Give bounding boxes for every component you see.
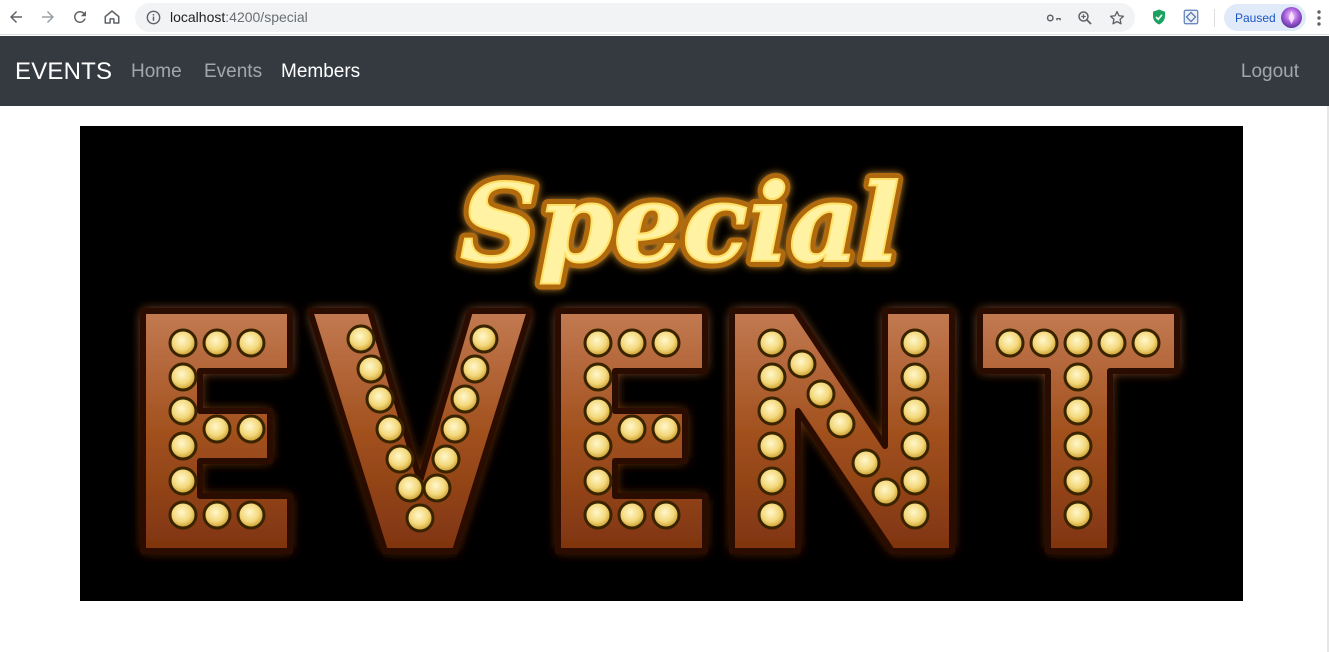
marquee-bulb [787, 349, 817, 379]
marquee-bulb [450, 384, 480, 414]
marquee-bulb [995, 328, 1025, 358]
marquee-bulb [202, 328, 232, 358]
marquee-bulb [826, 409, 856, 439]
marquee-bulb [1063, 431, 1093, 461]
arrow-left-icon [10, 11, 22, 23]
marquee-bulb [168, 362, 198, 392]
url-host: localhost [170, 9, 226, 25]
url-path: :4200/special [225, 9, 308, 25]
marquee-bulb [395, 473, 425, 503]
avatar [1281, 7, 1302, 28]
marquee-bulb [617, 500, 647, 530]
marquee-bulb [236, 500, 266, 530]
marquee-bulb [757, 328, 787, 358]
marquee-bulb [356, 354, 386, 384]
marquee-bulb [375, 414, 405, 444]
marquee-bulb [469, 324, 499, 354]
marquee-bulb [900, 328, 930, 358]
app-navbar: EVENTS Home Events Members Logout [0, 36, 1329, 106]
marquee-bulb [900, 396, 930, 426]
marquee-bulb [900, 500, 930, 530]
special-script-text: Special Special [454, 155, 906, 293]
star-icon[interactable] [1108, 9, 1126, 27]
marquee-bulb [651, 500, 681, 530]
zoom-icon[interactable] [1076, 9, 1094, 27]
marquee-bulb [202, 414, 232, 444]
marquee-bulb [583, 362, 613, 392]
nav-link-members[interactable]: Members [281, 61, 360, 83]
marquee-bulb [1063, 500, 1093, 530]
marquee-bulb [1063, 466, 1093, 496]
marquee-bulb [168, 500, 198, 530]
banner-artwork: Special Special [140, 155, 1180, 554]
marquee-bulb [757, 466, 787, 496]
reload-icon [73, 10, 86, 23]
marquee-bulb [236, 414, 266, 444]
reload-button[interactable] [68, 5, 92, 29]
marquee-bulb [900, 431, 930, 461]
forward-button[interactable] [36, 5, 60, 29]
marquee-bulb [1097, 328, 1127, 358]
marquee-bulb [806, 379, 836, 409]
marquee-bulb [583, 431, 613, 461]
address-bar[interactable]: localhost:4200/special [135, 3, 1135, 32]
marquee-bulb [422, 473, 452, 503]
marquee-bulb [871, 477, 901, 507]
toolbar-divider [1214, 9, 1215, 27]
marquee-bulb [168, 396, 198, 426]
nav-link-events[interactable]: Events [204, 61, 262, 83]
marquee-bulb [757, 396, 787, 426]
marquee-bulb [1063, 328, 1093, 358]
home-icon [104, 10, 120, 24]
avatar-image [1288, 11, 1295, 24]
marquee-bulb [1063, 362, 1093, 392]
marquee-bulb [1063, 396, 1093, 426]
marquee-bulb [202, 500, 232, 530]
marquee-bulb [1131, 328, 1161, 358]
marquee-bulb [757, 362, 787, 392]
key-icon[interactable] [1045, 9, 1063, 27]
arrow-right-icon [42, 11, 54, 23]
marquee-bulb [431, 444, 461, 474]
special-text: Special [460, 161, 900, 287]
home-button[interactable] [100, 5, 124, 29]
marquee-bulb [617, 414, 647, 444]
url-text[interactable]: localhost:4200/special [170, 10, 308, 25]
browser-toolbar: localhost:4200/special Paused [0, 0, 1329, 35]
marquee-bulb [651, 328, 681, 358]
marquee-bulb [583, 466, 613, 496]
marquee-bulb [168, 466, 198, 496]
extension-icon[interactable] [1182, 8, 1200, 26]
special-event-banner: Special Special [80, 126, 1243, 601]
marquee-bulb [757, 500, 787, 530]
marquee-bulb [583, 500, 613, 530]
marquee-bulb [617, 328, 647, 358]
logout-link[interactable]: Logout [1241, 61, 1299, 83]
marquee-bulb [460, 354, 490, 384]
shield-check-icon[interactable] [1150, 8, 1168, 26]
marquee-bulb [236, 328, 266, 358]
profile-status: Paused [1235, 11, 1276, 25]
marquee-bulb [346, 324, 376, 354]
marquee-bulb [405, 503, 435, 533]
marquee-bulb [900, 362, 930, 392]
marquee-bulb [651, 414, 681, 444]
marquee-bulb [757, 431, 787, 461]
marquee-bulb [851, 448, 881, 478]
kebab-menu-icon[interactable] [1313, 8, 1325, 28]
marquee-bulb [583, 396, 613, 426]
marquee-bulb [900, 466, 930, 496]
nav-link-home[interactable]: Home [131, 61, 182, 83]
marquee-bulb [440, 414, 470, 444]
marquee-bulb [1029, 328, 1059, 358]
profile-button[interactable]: Paused [1224, 4, 1306, 31]
brand-logo[interactable]: EVENTS [15, 58, 112, 86]
marquee-bulb [385, 444, 415, 474]
marquee-bulb [168, 431, 198, 461]
marquee-bulb [168, 328, 198, 358]
marquee-bulb [365, 384, 395, 414]
info-icon[interactable] [146, 10, 161, 25]
back-button[interactable] [4, 5, 28, 29]
marquee-bulb [583, 328, 613, 358]
